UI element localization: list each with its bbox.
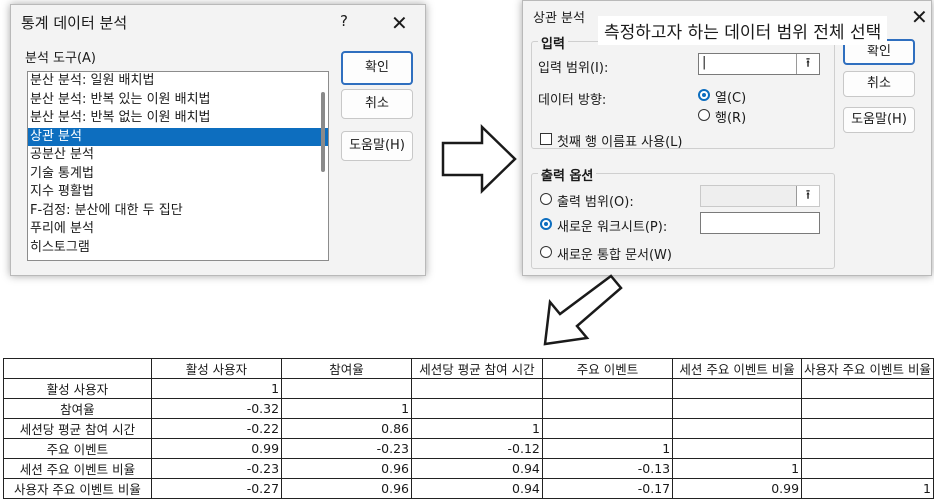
table-cell[interactable]: 0.86 — [281, 418, 413, 439]
output-range-label: 출력 범위(O): — [557, 195, 634, 210]
first-row-labels-label: 첫째 행 이름표 사용(L) — [557, 135, 683, 150]
table-row: 참여율 -0.32 1 — [3, 398, 934, 419]
cancel-button[interactable]: 취소 — [843, 71, 915, 97]
table-cell[interactable] — [672, 438, 803, 459]
help-question-icon[interactable]: ? — [340, 12, 348, 30]
range-select-icon[interactable]: ⭱ — [796, 54, 819, 74]
analysis-tool-item[interactable]: 푸리에 분석 — [28, 220, 328, 239]
table-cell[interactable]: -0.17 — [541, 478, 674, 499]
close-icon[interactable]: ✕ — [391, 13, 408, 33]
close-icon[interactable]: ✕ — [911, 7, 928, 27]
analysis-tools-label: 분석 도구(A) — [25, 51, 97, 66]
row-label[interactable]: 활성 사용자 — [3, 378, 152, 399]
output-range-select-icon[interactable]: ⭱ — [796, 186, 819, 206]
table-cell[interactable]: 0.99 — [150, 438, 283, 459]
column-header[interactable] — [3, 358, 152, 379]
new-workbook-radio[interactable] — [540, 246, 552, 258]
column-header[interactable]: 세션당 평균 참여 시간 — [411, 358, 543, 379]
cancel-button[interactable]: 취소 — [341, 89, 413, 119]
instruction-caption: 측정하고자 하는 데이터 범위 전체 선택 — [598, 16, 888, 45]
table-cell[interactable] — [801, 378, 934, 399]
table-cell[interactable]: -0.23 — [281, 438, 413, 459]
table-cell[interactable] — [541, 398, 674, 419]
table-cell[interactable]: 1 — [150, 378, 283, 399]
output-group-label: 출력 옵션 — [538, 165, 597, 184]
direction-column-radio[interactable] — [698, 89, 710, 101]
list-scrollbar[interactable] — [321, 92, 325, 172]
help-button[interactable]: 도움말(H) — [843, 107, 915, 133]
first-row-labels-checkbox[interactable] — [540, 133, 552, 145]
dialog-title: 통계 데이터 분석 — [21, 14, 128, 32]
table-cell[interactable]: 0.96 — [281, 478, 413, 499]
help-button[interactable]: 도움말(H) — [341, 131, 413, 161]
analysis-tool-item[interactable]: 상관 분석 — [28, 127, 328, 146]
table-row: 주요 이벤트 0.99 -0.23 -0.12 1 — [3, 438, 934, 459]
table-row: 사용자 주요 이벤트 비율 -0.27 0.96 0.94 -0.17 0.99 1 — [3, 478, 934, 499]
table-cell[interactable]: 0.94 — [411, 478, 543, 499]
ok-button[interactable]: 확인 — [341, 51, 413, 85]
table-cell[interactable]: 1 — [801, 478, 934, 499]
new-worksheet-label: 새로운 워크시트(P): — [557, 220, 668, 235]
direction-column-label: 열(C) — [715, 91, 747, 106]
column-header[interactable]: 주요 이벤트 — [541, 358, 674, 379]
data-analysis-dialog: 통계 데이터 분석 ? ✕ 분석 도구(A) 분산 분석: 일원 배치법 분산 분… — [10, 4, 426, 276]
table-cell[interactable] — [801, 438, 934, 459]
table-header-row: 활성 사용자 참여율 세션당 평균 참여 시간 주요 이벤트 세션 주요 이벤트 비율 사… — [3, 358, 934, 379]
new-worksheet-field[interactable] — [700, 212, 820, 234]
table-cell[interactable] — [672, 418, 803, 439]
analysis-tools-list[interactable]: 분산 분석: 일원 배치법 분산 분석: 반복 있는 이원 배치법 분산 분석: 반… — [27, 71, 329, 261]
table-cell[interactable]: 1 — [411, 418, 543, 439]
table-cell[interactable] — [801, 398, 934, 419]
new-workbook-label: 새로운 통합 문서(W) — [557, 248, 672, 263]
arrow-down-left-icon — [543, 274, 623, 346]
row-label[interactable]: 주요 이벤트 — [3, 438, 152, 459]
table-cell[interactable] — [281, 378, 413, 399]
dialog-title: 상관 분석 — [533, 11, 585, 26]
input-range-field[interactable]: | ⭱ — [698, 53, 820, 75]
column-header[interactable]: 활성 사용자 — [150, 358, 283, 379]
table-row: 활성 사용자 1 — [3, 378, 934, 399]
table-cell[interactable]: -0.22 — [150, 418, 283, 439]
analysis-tool-item[interactable]: 분산 분석: 반복 있는 이원 배치법 — [28, 91, 328, 110]
input-group-label: 입력 — [538, 33, 568, 52]
direction-row-label: 행(R) — [715, 111, 747, 126]
table-cell[interactable] — [411, 398, 543, 419]
output-range-radio[interactable] — [540, 193, 552, 205]
analysis-tool-item[interactable]: 기술 통계법 — [28, 165, 328, 184]
column-header[interactable]: 사용자 주요 이벤트 비율 — [801, 358, 934, 379]
table-cell[interactable]: -0.32 — [150, 398, 283, 419]
row-label[interactable]: 사용자 주요 이벤트 비율 — [3, 478, 152, 499]
analysis-tool-item[interactable]: 분산 분석: 일원 배치법 — [28, 72, 328, 91]
output-range-field[interactable]: ⭱ — [700, 185, 820, 207]
column-header[interactable]: 세션 주요 이벤트 비율 — [672, 358, 803, 379]
table-cell[interactable] — [411, 378, 543, 399]
table-row: 세션당 평균 참여 시간 -0.22 0.86 1 — [3, 418, 934, 439]
table-cell[interactable]: 1 — [281, 398, 413, 419]
table-cell[interactable] — [672, 378, 803, 399]
analysis-tool-item[interactable]: F-검정: 분산에 대한 두 집단 — [28, 202, 328, 221]
direction-row-radio[interactable] — [698, 109, 710, 121]
new-worksheet-radio[interactable] — [540, 218, 552, 230]
row-label[interactable]: 참여율 — [3, 398, 152, 419]
table-cell[interactable]: 1 — [541, 438, 674, 459]
table-cell[interactable] — [541, 418, 674, 439]
row-label[interactable]: 세션당 평균 참여 시간 — [3, 418, 152, 439]
table-cell[interactable] — [672, 398, 803, 419]
input-range-value: | — [702, 55, 707, 70]
analysis-tool-item[interactable]: 지수 평활법 — [28, 183, 328, 202]
data-direction-label: 데이터 방향: — [538, 93, 607, 108]
arrow-right-icon — [441, 124, 517, 194]
table-cell[interactable] — [541, 378, 674, 399]
table-cell[interactable]: 0.99 — [672, 478, 803, 499]
table-cell[interactable]: -0.12 — [411, 438, 543, 459]
table-cell[interactable]: -0.27 — [150, 478, 283, 499]
correlation-table: 활성 사용자 참여율 세션당 평균 참여 시간 주요 이벤트 세션 주요 이벤트 비율 사… — [3, 358, 934, 499]
table-cell[interactable] — [801, 418, 934, 439]
analysis-tool-item[interactable]: 히스토그램 — [28, 239, 328, 258]
analysis-tool-item[interactable]: 분산 분석: 반복 없는 이원 배치법 — [28, 109, 328, 128]
input-range-label: 입력 범위(I): — [538, 61, 609, 76]
column-header[interactable]: 참여율 — [281, 358, 413, 379]
analysis-tool-item[interactable]: 공분산 분석 — [28, 146, 328, 165]
